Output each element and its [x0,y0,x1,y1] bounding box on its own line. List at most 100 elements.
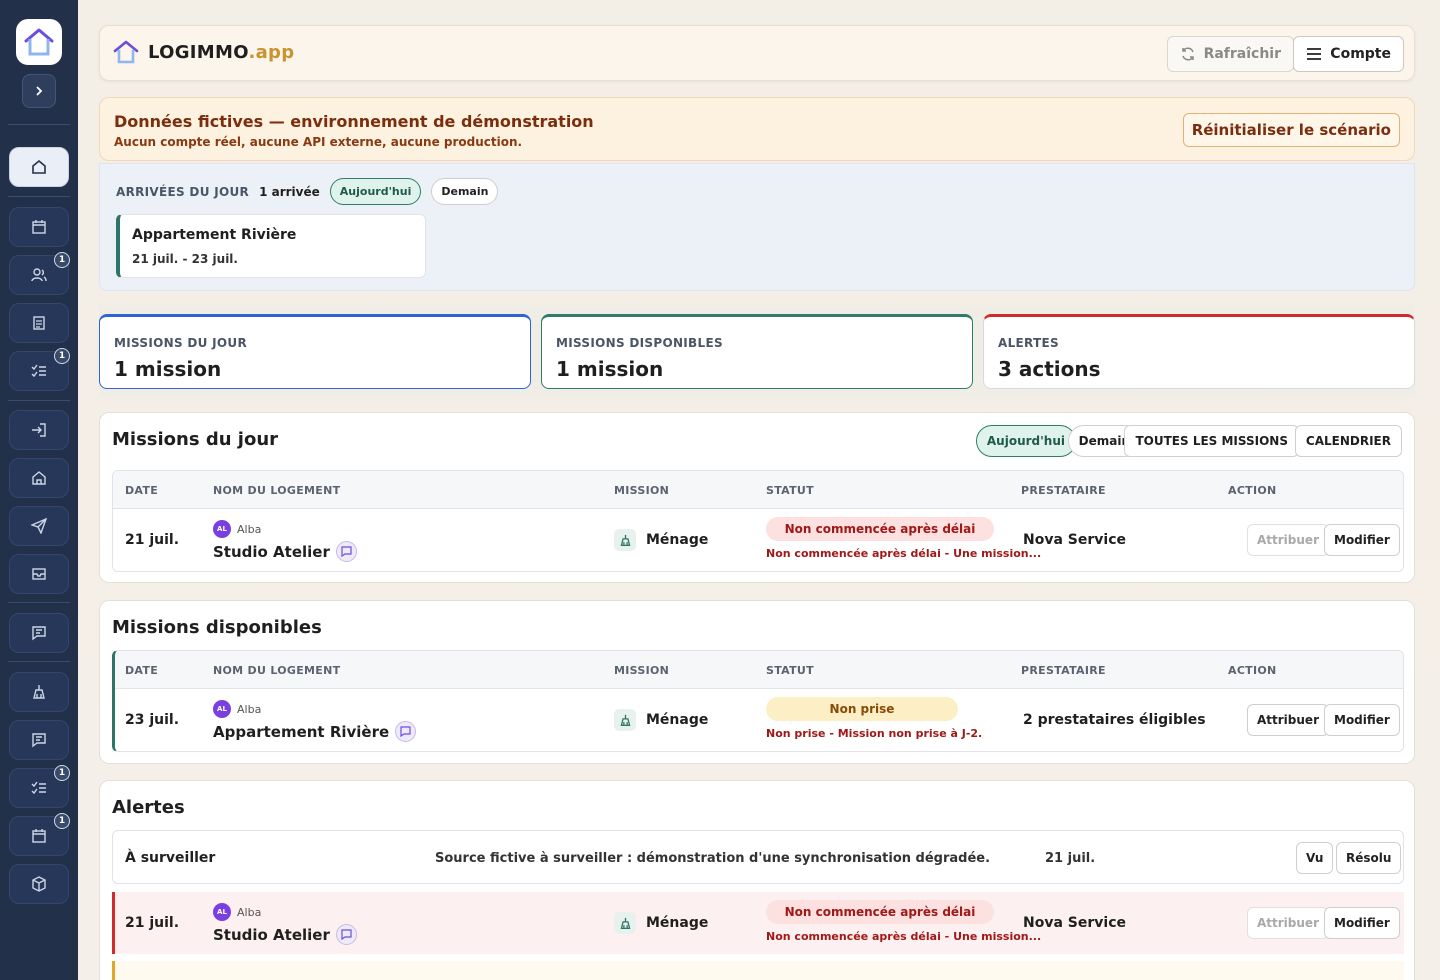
row-owner: AL Alba [213,520,261,538]
assign-button[interactable]: Attribuer [1247,907,1329,939]
kpi-missions-available[interactable]: MISSIONS DISPONIBLES 1 mission [541,314,973,389]
home-icon [32,471,46,485]
arrivals-tab-tomorrow[interactable]: Demain [431,178,499,205]
status-note: Non commencée après délai - Une mission.… [766,930,1042,943]
checklist-icon [31,364,46,378]
brand[interactable]: LOGIMMO.app [112,38,294,66]
row-prestataire: Nova Service [1023,532,1126,548]
missions-today-table: DATE NOM DU LOGEMENT MISSION STATUT PRES… [112,470,1404,572]
missions-tab-today[interactable]: Aujourd'hui [975,425,1076,457]
sidebar-item-properties[interactable] [9,458,69,498]
sidebar-item-chat[interactable] [9,720,69,760]
alert-watch-row[interactable]: À surveiller Source fictive à surveiller… [112,830,1404,884]
row-logement: Studio Atelier [213,541,357,562]
kpi-value: 1 mission [556,357,664,381]
cleaning-icon [33,685,45,699]
edit-button[interactable]: Modifier [1324,907,1400,939]
sidebar-item-documents[interactable] [9,303,69,343]
app-logo[interactable] [16,19,62,65]
notification-badge: 1 [54,765,70,781]
logement-name: Appartement Rivière [213,722,390,741]
col-statut: STATUT [766,484,814,497]
table-row[interactable]: 21 juil. AL Alba Studio Atelier Ménage No… [113,509,1403,571]
alert-date: 21 juil. [1045,851,1096,866]
col-prestataire: PRESTATAIRE [1021,484,1106,497]
arrival-card[interactable]: Appartement Rivière 21 juil. - 23 juil. [116,214,426,278]
alert-row[interactable]: 21 juil. AL Alba Studio Atelier Ménage No… [112,892,1404,954]
row-logement: Appartement Rivière [213,721,417,742]
col-mission: MISSION [614,664,670,677]
mark-seen-button[interactable]: Vu [1296,842,1334,874]
sidebar-item-cleaning[interactable] [9,672,69,712]
cleaning-icon [614,529,636,551]
all-missions-button[interactable]: TOUTES LES MISSIONS [1124,425,1299,457]
row-date: 23 juil. [125,712,180,728]
refresh-button[interactable]: Rafraîchir [1166,36,1294,72]
sidebar-item-tasks[interactable]: 1 [9,348,70,391]
assign-button[interactable]: Attribuer [1247,524,1329,556]
edit-button[interactable]: Modifier [1324,524,1400,556]
kpi-label: MISSIONS DISPONIBLES [556,336,723,350]
status-note: Non commencée après délai - Une mission.… [766,547,1042,560]
sidebar-item-home[interactable] [9,147,69,187]
missions-available-panel: Missions disponibles DATE NOM DU LOGEMEN… [99,600,1415,764]
table-header: DATE NOM DU LOGEMENT MISSION STATUT PRES… [113,471,1403,509]
logement-name: Studio Atelier [213,542,330,561]
kpi-missions-today[interactable]: MISSIONS DU JOUR 1 mission [99,314,531,389]
sidebar-item-inbox[interactable] [9,554,69,594]
sidebar-item-users[interactable]: 1 [9,252,70,295]
sidebar-expand-button[interactable] [22,74,56,108]
owner-name: Alba [237,702,262,716]
sidebar-item-messages[interactable] [9,613,69,653]
main-content: LOGIMMO.app Rafraîchir Compte Données fi… [78,0,1440,980]
arrivals-tab-today[interactable]: Aujourd'hui [329,178,422,205]
row-mission: Ménage [614,529,708,551]
notification-badge: 1 [54,252,70,268]
chat-icon[interactable] [335,541,357,562]
alert-level: À surveiller [125,850,216,866]
row-prestataire: 2 prestataires éligibles [1023,712,1206,728]
row-date: 21 juil. [125,532,180,548]
menu-icon [1307,48,1322,60]
col-action: ACTION [1228,664,1277,677]
sidebar-item-planning[interactable]: 1 [9,813,70,856]
row-mission: Ménage [614,912,708,934]
col-date: DATE [125,664,159,677]
reset-scenario-button[interactable]: Réinitialiser le scénario [1182,113,1400,147]
notification-badge: 1 [54,348,70,364]
checklist-icon [31,781,46,795]
demo-banner: Données fictives — environnement de démo… [99,97,1415,161]
chat-icon[interactable] [335,924,357,945]
assign-button[interactable]: Attribuer [1247,704,1329,736]
alerts-panel: Alertes À surveiller Source fictive à su… [99,780,1415,980]
mission-type: Ménage [646,915,709,931]
avatar: AL [213,520,231,538]
sidebar-item-inventory[interactable] [9,864,69,904]
account-menu-button[interactable]: Compte [1293,36,1404,72]
row-mission: Ménage [614,709,708,731]
sidebar-item-calendar[interactable] [9,207,69,247]
table-row[interactable]: 23 juil. AL Alba Appartement Rivière Ména… [115,689,1403,751]
arrival-dates: 21 juil. - 23 juil. [132,252,238,266]
chat-icon[interactable] [395,721,417,742]
sidebar-item-send[interactable] [9,506,69,546]
col-mission: MISSION [614,484,670,497]
avatar: AL [213,903,231,921]
arrivals-title: ARRIVÉES DU JOUR [116,184,250,199]
sidebar-item-checklist[interactable]: 1 [9,765,70,808]
row-logement: Studio Atelier [213,924,357,945]
edit-button[interactable]: Modifier [1324,704,1400,736]
missions-today-title: Missions du jour [112,429,279,450]
row-owner: AL Alba [213,903,261,921]
table-header: DATE NOM DU LOGEMENT MISSION STATUT PRES… [115,651,1403,689]
document-icon [33,316,45,330]
mission-type: Ménage [646,712,709,728]
mark-resolved-button[interactable]: Résolu [1336,842,1402,874]
refresh-label: Rafraîchir [1203,46,1281,62]
missions-available-table: DATE NOM DU LOGEMENT MISSION STATUT PRES… [112,650,1404,752]
house-logo-icon [24,28,54,56]
sidebar: 1 1 1 1 [0,0,78,980]
kpi-alerts[interactable]: ALERTES 3 actions [983,314,1415,389]
sidebar-item-checkin[interactable] [9,410,69,450]
calendar-button[interactable]: CALENDRIER [1294,425,1402,457]
